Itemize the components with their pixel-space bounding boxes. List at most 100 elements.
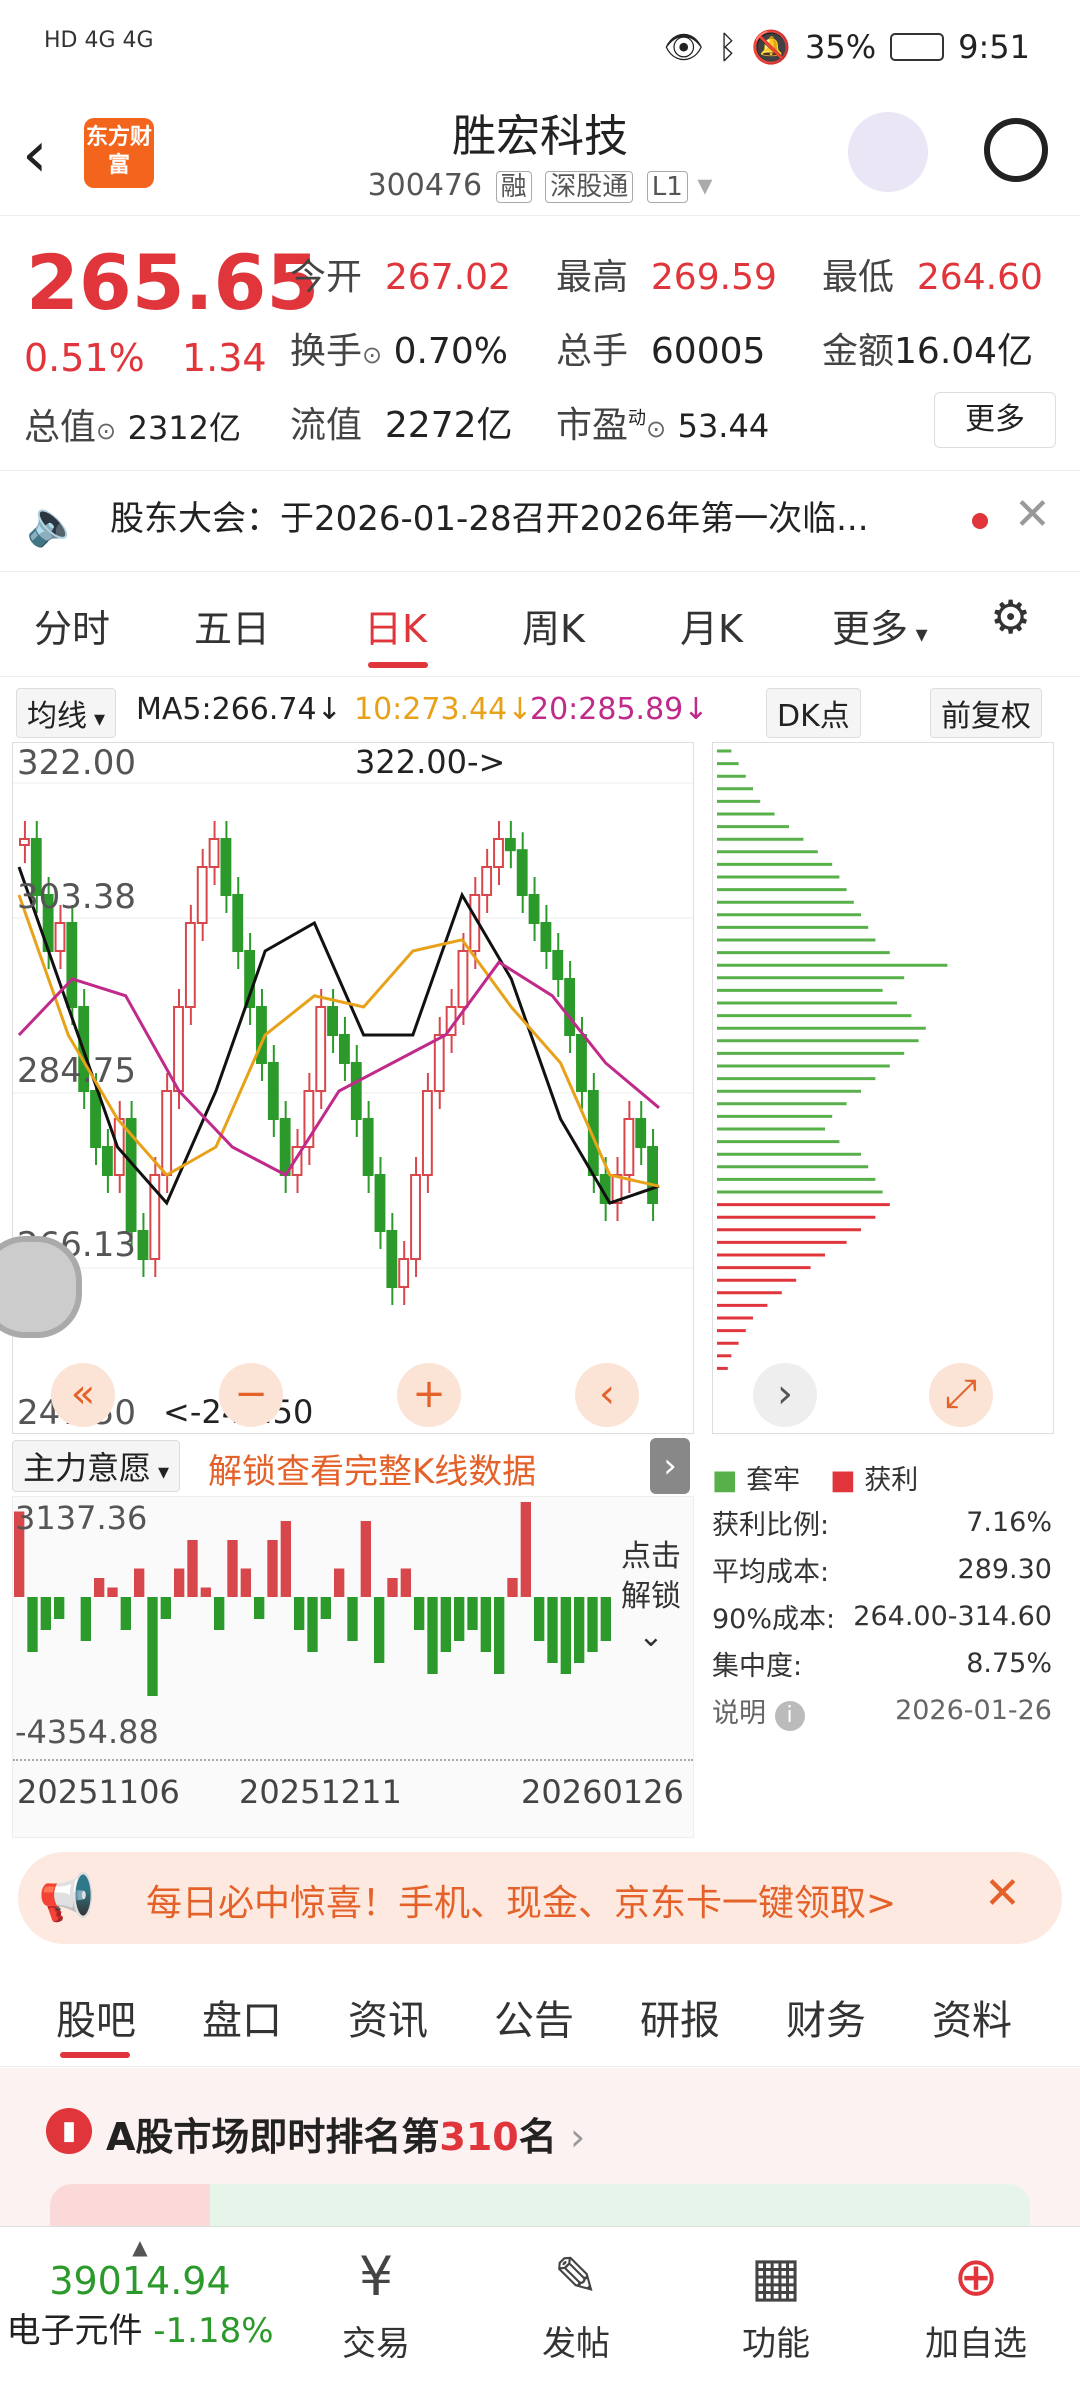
candle-body: [350, 1062, 362, 1120]
candle-body: [433, 1034, 445, 1092]
date-mid: 20251211: [239, 1773, 402, 1811]
tab-research[interactable]: 研报: [640, 1988, 720, 2046]
banner-close-icon[interactable]: ✕: [984, 1868, 1021, 1919]
tab-weekly-k[interactable]: 周K: [522, 598, 585, 653]
tab-five-day[interactable]: 五日: [194, 598, 270, 653]
tag-connect: 深股通: [545, 171, 634, 203]
indicator-bar: [494, 1597, 505, 1674]
collapse-icon[interactable]: ›: [650, 1438, 690, 1494]
tab-forum[interactable]: 股吧: [56, 1988, 136, 2046]
tab-finance[interactable]: 财务: [786, 1988, 866, 2046]
candle-body: [19, 838, 30, 846]
indicator-bar: [94, 1578, 105, 1597]
candle-body: [493, 838, 504, 868]
prev-icon[interactable]: ‹: [575, 1363, 639, 1427]
low: 最低 264.60: [822, 257, 1043, 298]
side-unlock-button[interactable]: 点击解锁 ⌄: [619, 1537, 683, 1657]
caret-up-icon: ▲: [132, 2235, 148, 2259]
volume: 总手 60005: [556, 331, 766, 372]
indicator-bar: [507, 1578, 518, 1597]
indicator-bar: [214, 1597, 225, 1630]
zoom-in-icon[interactable]: +: [397, 1363, 461, 1427]
promo-text[interactable]: 每日必中惊喜！手机、现金、京东卡一键领取>: [146, 1874, 896, 1926]
chip-note[interactable]: 说明 i 2026-01-26: [712, 1687, 1052, 1734]
robot-avatar-icon[interactable]: [848, 112, 928, 192]
nav-post[interactable]: ✎ 发帖: [476, 2227, 676, 2365]
status-bar: HD 4G 4G 👁 ᛒ 🔕 35% 9:51: [0, 0, 1080, 90]
indicator-bar: [227, 1540, 238, 1597]
promo-banner[interactable]: 📢 每日必中惊喜！手机、现金、京东卡一键领取> ✕: [18, 1852, 1062, 1944]
y-label-2: 303.38: [17, 877, 136, 917]
indicator-bar: [240, 1568, 251, 1597]
tag-margin: 融: [495, 171, 532, 203]
eye-icon: 👁: [663, 28, 704, 66]
bottom-nav: ▲ 39014.94 电子元件 -1.18% ¥ 交易 ✎ 发帖 ▦ 功能 ⊕ …: [0, 2226, 1080, 2401]
indicator-bar: [187, 1540, 198, 1597]
indicator-bar: [294, 1597, 305, 1630]
indicator-bar: [427, 1597, 438, 1674]
candle-body: [564, 978, 576, 1036]
notice-text[interactable]: 股东大会：于2026-01-28召开2026年第一次临...: [110, 491, 869, 540]
indicator-bar: [200, 1587, 211, 1597]
tab-market-depth[interactable]: 盘口: [202, 1988, 282, 2046]
tab-monthly-k[interactable]: 月K: [680, 598, 743, 653]
search-icon[interactable]: [984, 118, 1048, 182]
ma-row: 均线 ▾ MA5:266.74↓ 10:273.44↓ 20:285.89↓ D…: [0, 680, 1080, 740]
candle-body: [386, 1230, 398, 1288]
indicator-bar: [280, 1521, 291, 1597]
speaker-icon: 🔈: [26, 498, 81, 549]
tab-intraday[interactable]: 分时: [34, 598, 110, 653]
ma20-value: 20:285.89↓: [530, 692, 709, 727]
indicator-chart: 3137.36 -4354.88 点击解锁 ⌄ 20251106 20251211…: [12, 1496, 694, 1838]
tab-news[interactable]: 资讯: [348, 1988, 428, 2046]
unlock-link[interactable]: 解锁查看完整K线数据: [208, 1444, 536, 1493]
candle-body: [196, 866, 208, 924]
expand-icon[interactable]: ⤢: [929, 1363, 993, 1427]
kline-chart[interactable]: 322.00 303.38 284.75 266.13 247.50 322.0…: [12, 742, 694, 1434]
content-tabs: 股吧 盘口 资讯 公告 研报 财务 资料: [0, 1962, 1080, 2067]
candle-body: [66, 922, 78, 1008]
nav-functions[interactable]: ▦ 功能: [676, 2227, 876, 2365]
notice-bar[interactable]: 🔈 股东大会：于2026-01-28召开2026年第一次临... ✕: [0, 470, 1080, 572]
adjust-button[interactable]: 前复权: [930, 688, 1042, 738]
index-ticker[interactable]: ▲ 39014.94 电子元件 -1.18%: [0, 2235, 280, 2352]
ma-selector[interactable]: 均线 ▾: [16, 688, 117, 738]
close-icon[interactable]: ✕: [1014, 489, 1051, 540]
indicator-bar: [520, 1502, 531, 1597]
candle-body: [54, 922, 66, 952]
ranking-card[interactable]: ▮ A股市场即时排名第310名 ›: [0, 2068, 1080, 2228]
indicator-bottom: -4354.88: [15, 1713, 159, 1751]
float-cap: 流值 2272亿: [290, 405, 513, 446]
settings-icon[interactable]: ⚙: [990, 590, 1031, 644]
clock: 9:51: [958, 28, 1030, 66]
candle-body: [279, 1118, 291, 1176]
more-button[interactable]: 更多: [934, 392, 1056, 448]
battery-percent: 35%: [805, 28, 877, 66]
tab-more[interactable]: 更多 ▾: [832, 598, 928, 653]
indicator-bar: [480, 1597, 491, 1652]
dk-point-button[interactable]: DK点: [766, 688, 861, 738]
next-icon[interactable]: ›: [753, 1363, 817, 1427]
indicator-selector[interactable]: 主力意愿 ▾: [12, 1440, 181, 1492]
indicator-bar: [120, 1597, 131, 1630]
candle-body: [623, 1118, 635, 1176]
max-annotation: 322.00->: [355, 743, 506, 781]
zoom-out-icon[interactable]: −: [219, 1363, 283, 1427]
indicator-bar: [574, 1597, 585, 1663]
indicator-bar: [267, 1540, 278, 1597]
nav-trade[interactable]: ¥ 交易: [276, 2227, 476, 2365]
signal-icons: HD 4G 4G: [44, 28, 154, 53]
indicator-bar: [107, 1587, 118, 1597]
info-icon: i: [774, 1700, 805, 1731]
dropdown-icon[interactable]: ▾: [697, 168, 712, 203]
candle-body: [540, 922, 552, 952]
nav-add-watchlist[interactable]: ⊕ 加自选: [876, 2227, 1076, 2365]
date-start: 20251106: [17, 1773, 180, 1811]
tab-announcements[interactable]: 公告: [494, 1988, 574, 2046]
y-label-3: 284.75: [17, 1051, 136, 1091]
ranking-text[interactable]: A股市场即时排名第310名 ›: [106, 2106, 585, 2161]
tab-profile[interactable]: 资料: [932, 1988, 1012, 2046]
tab-daily-k[interactable]: 日K: [364, 598, 427, 653]
rewind-icon[interactable]: «: [51, 1363, 115, 1427]
floating-coin-icon[interactable]: [0, 1236, 82, 1338]
